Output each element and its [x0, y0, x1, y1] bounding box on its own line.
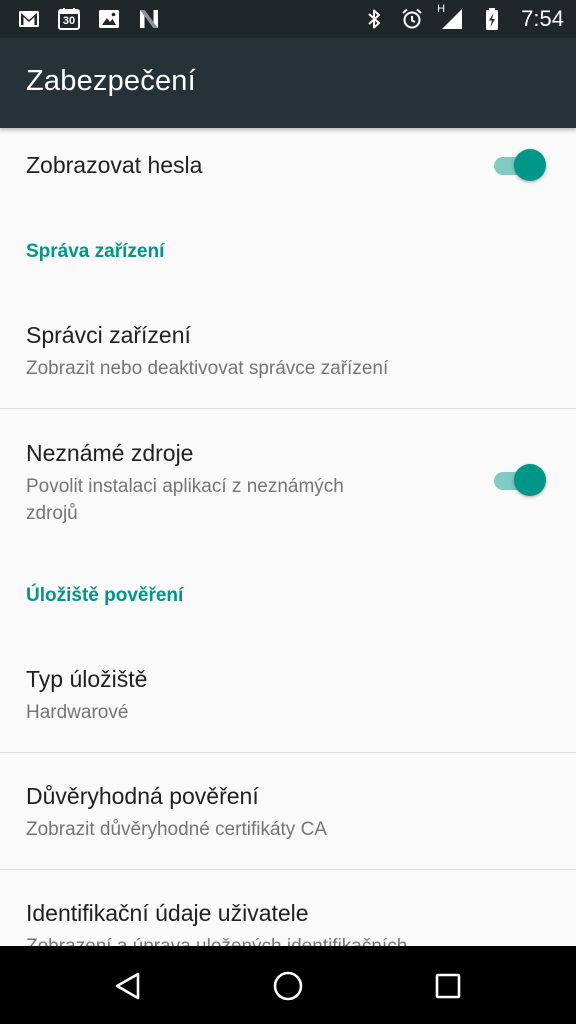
setting-title: Identifikační údaje uživatele	[26, 900, 309, 926]
app-bar: Zabezpečení	[0, 38, 576, 128]
setting-subtitle: Zobrazit důvěryhodné certifikáty CA	[26, 819, 327, 840]
navigation-bar	[0, 946, 576, 1024]
setting-title: Zobrazovat hesla	[26, 152, 203, 178]
setting-device-admins[interactable]: Správci zařízení Zobrazit nebo deaktivov…	[0, 298, 576, 408]
gmail-icon	[16, 6, 42, 32]
system-status-icons: H 7:54	[361, 3, 564, 32]
setting-title: Správci zařízení	[26, 322, 191, 348]
recents-icon[interactable]	[426, 964, 470, 1008]
setting-title: Důvěryhodná pověření	[26, 783, 259, 809]
unknown-sources-switch[interactable]	[494, 464, 546, 496]
section-header-device-admin: Správa zařízení	[26, 241, 165, 262]
alarm-icon	[399, 6, 425, 32]
home-icon[interactable]	[266, 964, 310, 1008]
battery-charging-icon	[479, 6, 505, 32]
notification-icons: 30	[16, 6, 162, 32]
photos-icon	[96, 6, 122, 32]
switch-thumb	[514, 149, 546, 181]
switch-thumb	[514, 464, 546, 496]
section-header-credential-storage: Úložiště pověření	[26, 585, 184, 606]
n-app-icon	[136, 6, 162, 32]
setting-show-passwords[interactable]: Zobrazovat hesla	[0, 128, 576, 212]
back-icon[interactable]	[106, 964, 150, 1008]
setting-subtitle: Zobrazení a úprava uložených identifikač…	[26, 933, 407, 946]
signal-icon: H	[437, 3, 467, 32]
setting-subtitle: Zobrazit nebo deaktivovat správce zaříze…	[26, 358, 389, 379]
setting-title: Typ úložiště	[26, 666, 148, 692]
setting-subtitle-continued: zdrojů	[26, 503, 78, 524]
clock: 7:54	[521, 6, 564, 31]
setting-trusted-credentials[interactable]: Důvěryhodná pověření Zobrazit důvěryhodn…	[0, 753, 576, 869]
setting-subtitle: Hardwarové	[26, 702, 129, 723]
status-bar: 30 H 7:54	[0, 0, 576, 38]
page-title: Zabezpečení	[26, 65, 196, 97]
setting-storage-type[interactable]: Typ úložiště Hardwarové	[0, 642, 576, 752]
settings-list: Zobrazovat hesla Správa zařízení Správci…	[0, 128, 576, 946]
bluetooth-icon	[361, 6, 387, 32]
setting-unknown-sources[interactable]: Neznámé zdroje Povolit instalaci aplikac…	[0, 409, 576, 549]
setting-subtitle: Povolit instalaci aplikací z neznámých	[26, 476, 344, 497]
network-type-label: H	[437, 3, 446, 15]
calendar-icon: 30	[56, 6, 82, 32]
calendar-day: 30	[62, 15, 76, 27]
show-passwords-switch[interactable]	[494, 149, 546, 181]
setting-user-credentials[interactable]: Identifikační údaje uživatele Zobrazení …	[0, 870, 576, 946]
setting-title: Neznámé zdroje	[26, 440, 194, 466]
